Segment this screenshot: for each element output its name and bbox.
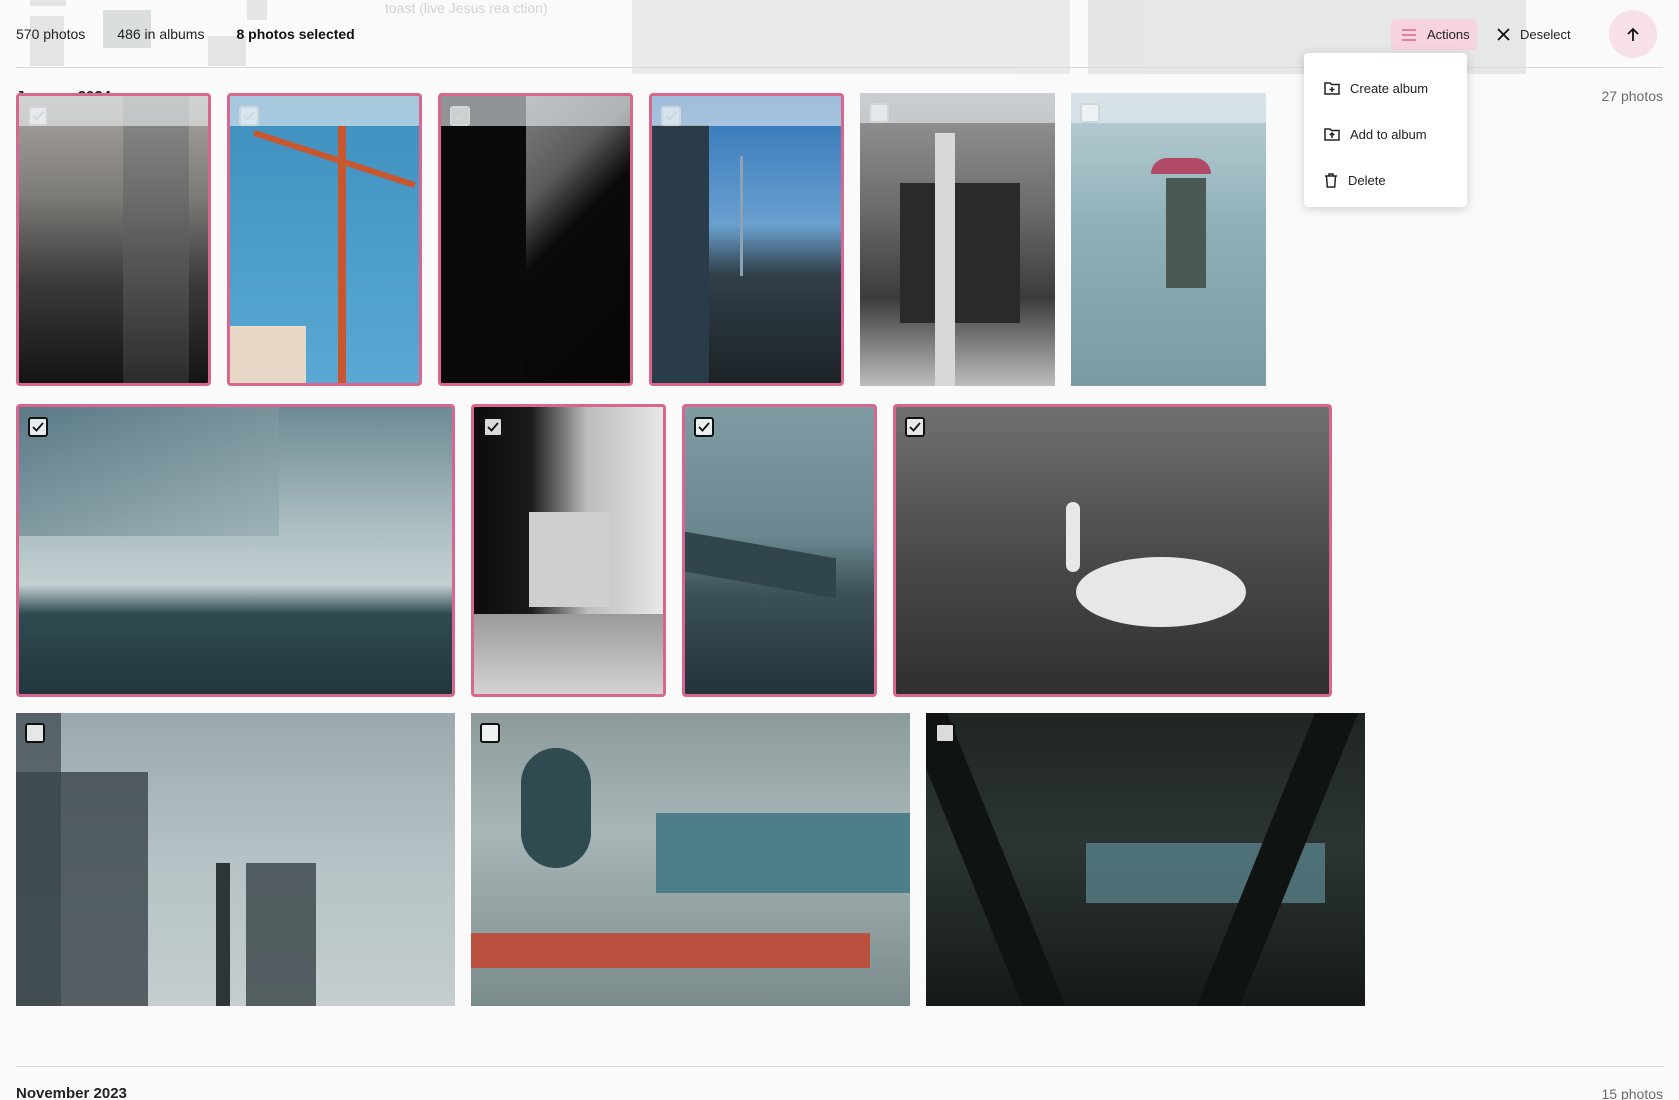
checkbox-checked[interactable] [661, 106, 681, 126]
photo-tile-riverside-building[interactable] [16, 404, 455, 697]
photo-tile-crow-on-sign[interactable] [16, 713, 455, 1006]
checkbox-unchecked[interactable] [935, 723, 955, 743]
photo-tile-bakery-storefront[interactable] [860, 93, 1055, 386]
checkbox-checked[interactable] [28, 417, 48, 437]
folder-upload-icon [1324, 128, 1340, 141]
photo-tile-railway-bridge[interactable] [682, 404, 877, 697]
photo-tile-ice-train-window[interactable] [471, 713, 910, 1006]
month-photo-count: 15 photos [1601, 1086, 1664, 1100]
scroll-to-top-button[interactable] [1609, 10, 1657, 58]
add-to-album-label: Add to album [1350, 126, 1427, 142]
actions-label: Actions [1427, 27, 1470, 42]
checkbox-unchecked[interactable] [869, 103, 889, 123]
month-title: November 2023 [16, 1085, 127, 1100]
delete-menu-item[interactable]: Delete [1304, 157, 1467, 203]
checkbox-unchecked[interactable] [480, 723, 500, 743]
checkbox-unchecked[interactable] [1080, 103, 1100, 123]
trash-icon [1325, 172, 1337, 188]
photo-tile-dark-building-silhouette[interactable] [438, 93, 633, 386]
create-album-label: Create album [1350, 80, 1429, 96]
add-to-album-menu-item[interactable]: Add to album [1304, 111, 1467, 157]
photo-tile-subway-station[interactable] [471, 404, 666, 697]
deselect-button[interactable]: Deselect [1497, 19, 1571, 50]
albums-count: 486 in albums [117, 26, 205, 42]
close-icon [1497, 28, 1510, 41]
photo-tile-building-walkway[interactable] [16, 93, 211, 386]
photo-tile-station-roof-beams[interactable] [926, 713, 1365, 1006]
actions-button[interactable]: Actions [1391, 19, 1477, 50]
selected-count: 8 photos selected [236, 26, 355, 42]
delete-label: Delete [1348, 172, 1386, 188]
photos-count: 570 photos [16, 26, 86, 42]
library-stats: 570 photos 486 in albums 8 photos select… [16, 26, 355, 42]
photo-tile-tv-tower-street[interactable] [649, 93, 844, 386]
deselect-label: Deselect [1520, 27, 1571, 42]
checkbox-checked[interactable] [28, 106, 48, 126]
month-photo-count: 27 photos [1601, 88, 1664, 104]
checkbox-checked[interactable] [239, 106, 259, 126]
folder-plus-icon [1324, 82, 1340, 95]
create-album-menu-item[interactable]: Create album [1304, 65, 1467, 111]
checkbox-checked[interactable] [905, 417, 925, 437]
photo-tile-umbrella-pedestrian[interactable] [1071, 93, 1266, 386]
checkbox-checked[interactable] [483, 417, 503, 437]
actions-menu: Create album Add to album Delete [1304, 53, 1467, 207]
checkbox-unchecked[interactable] [25, 723, 45, 743]
section-divider [16, 1066, 1663, 1067]
photo-tile-construction-crane[interactable] [227, 93, 422, 386]
photo-tile-swan-on-water[interactable] [893, 404, 1332, 697]
checkbox-checked[interactable] [694, 417, 714, 437]
menu-icon [1402, 28, 1416, 41]
arrow-up-icon [1627, 27, 1639, 41]
checkbox-checked[interactable] [450, 106, 470, 126]
